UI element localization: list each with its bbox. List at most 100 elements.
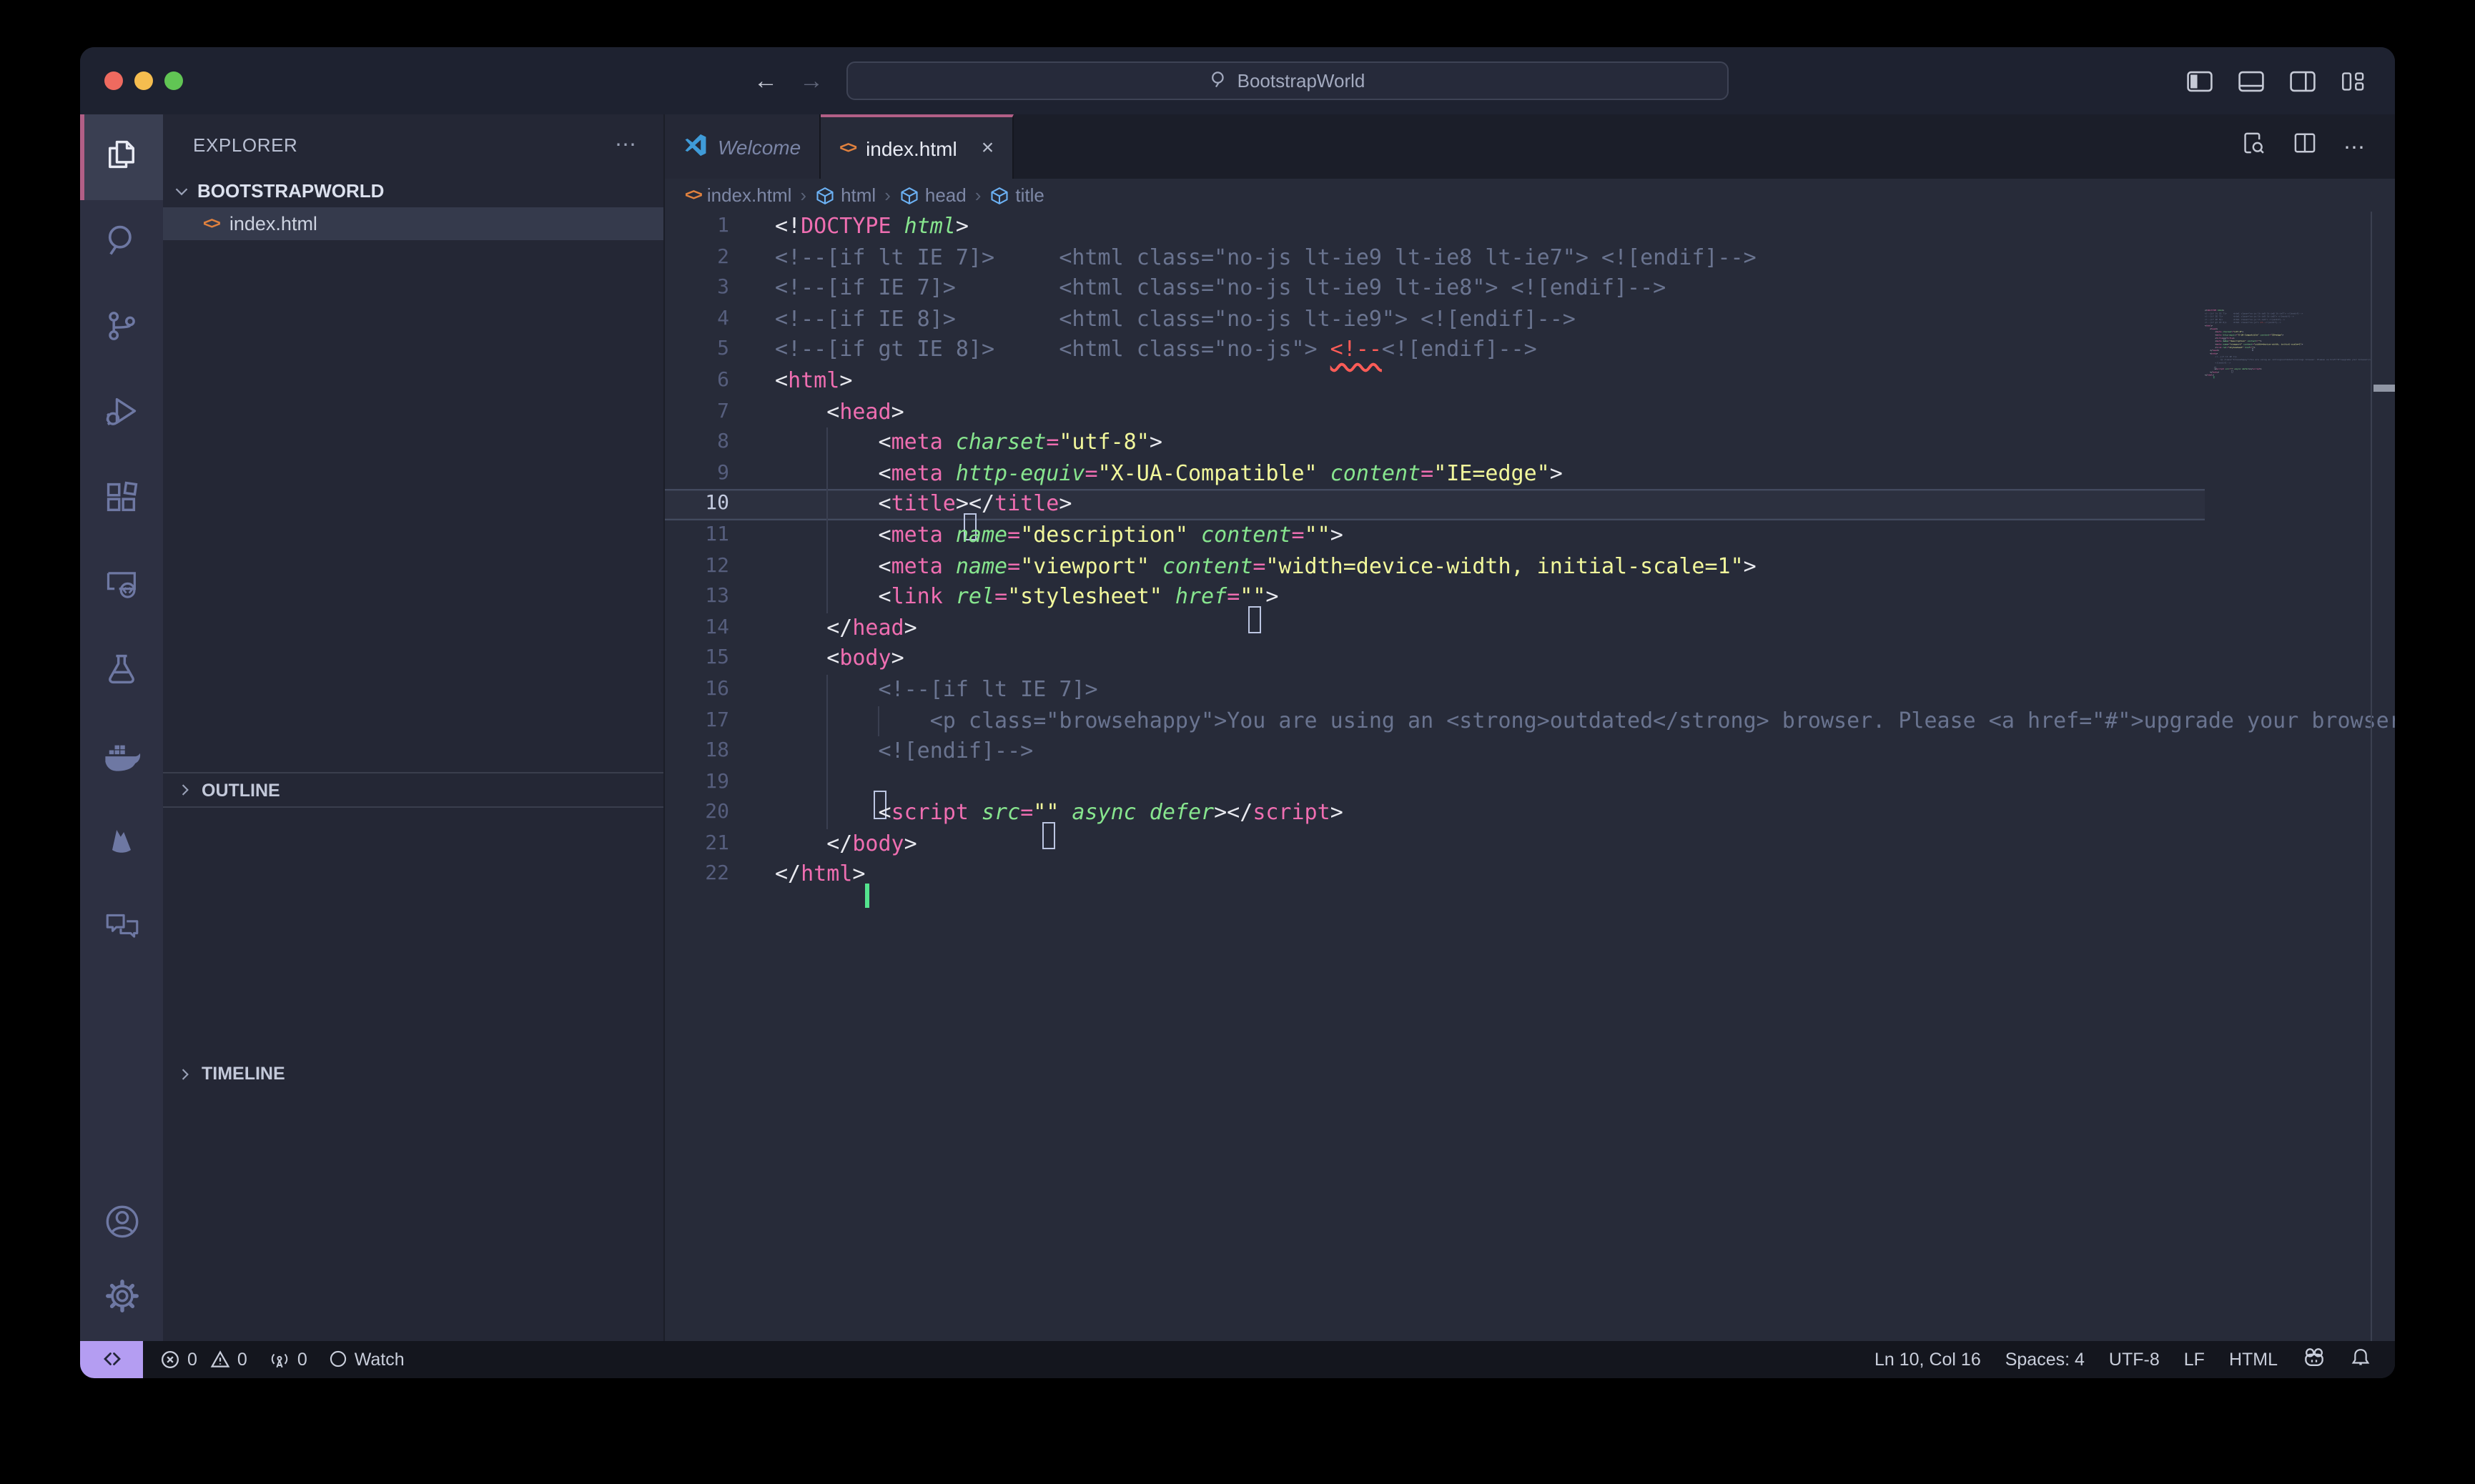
- code-line-1[interactable]: 1<!DOCTYPE html>: [665, 212, 2205, 242]
- split-editor-icon[interactable]: [2292, 130, 2318, 163]
- outline-section[interactable]: OUTLINE: [163, 773, 663, 807]
- activity-item-explorer[interactable]: [80, 114, 163, 200]
- code-line-4[interactable]: 4<!--[if IE 8]> <html class="no-js lt-ie…: [665, 305, 2205, 335]
- tab-bar: Welcome <>index.html×: [665, 114, 2395, 179]
- notifications-bell-icon[interactable]: [2351, 1347, 2371, 1372]
- circle-icon: [329, 1350, 347, 1369]
- file-item-index-html[interactable]: <> index.html: [163, 207, 663, 240]
- breadcrumb-item-head[interactable]: head: [899, 184, 967, 206]
- minimize-window-button[interactable]: [134, 71, 153, 90]
- line-number: 14: [665, 613, 729, 643]
- code-line-21[interactable]: 21 </body>: [665, 829, 2205, 860]
- extensions-icon: [103, 478, 140, 523]
- explorer-more-actions-icon[interactable]: ⋯: [615, 132, 638, 157]
- indent-guide: [826, 459, 828, 490]
- watch-status[interactable]: Watch: [329, 1350, 405, 1370]
- activity-item-run-debug[interactable]: [80, 372, 163, 457]
- activity-item-comments[interactable]: [80, 886, 163, 972]
- code-line-12[interactable]: 12 <meta name="viewport" content="width=…: [665, 551, 2205, 582]
- language-mode-status[interactable]: HTML: [2229, 1350, 2278, 1370]
- code-line-3[interactable]: 3<!--[if IE 7]> <html class="no-js lt-ie…: [665, 273, 2205, 304]
- problems-status[interactable]: 0 0: [160, 1350, 247, 1370]
- account-icon[interactable]: [80, 1186, 163, 1257]
- activity-item-testing[interactable]: [80, 629, 163, 715]
- breadcrumb-item-index-html[interactable]: <>index.html: [685, 184, 791, 206]
- file-name: index.html: [229, 213, 317, 234]
- comments-icon: [102, 908, 141, 951]
- code-line-6[interactable]: 6<html>: [665, 366, 2205, 397]
- activity-item-docker[interactable]: [80, 715, 163, 801]
- code-line-2[interactable]: 2<!--[if lt IE 7]> <html class="no-js lt…: [665, 242, 2205, 273]
- activity-item-source-control[interactable]: [80, 286, 163, 372]
- code-line-5[interactable]: 5<!--[if gt IE 8]> <html class="no-js"> …: [665, 335, 2205, 366]
- code-line-10[interactable]: 10 <title></title>: [665, 490, 2205, 520]
- code-line-15[interactable]: 15 <body>: [665, 644, 2205, 675]
- open-preview-icon[interactable]: [2241, 130, 2266, 163]
- activity-item-remote-explorer[interactable]: [80, 543, 163, 629]
- title-bar: ← → BootstrapWorld: [80, 47, 2395, 114]
- cursor-position-status[interactable]: Ln 10, Col 16: [1874, 1350, 1981, 1370]
- line-number: 16: [665, 675, 729, 706]
- line-number: 21: [665, 829, 729, 860]
- code-editor[interactable]: 1<!DOCTYPE html>2<!--[if lt IE 7]> <html…: [665, 212, 2395, 1340]
- code-line-14[interactable]: 14 </head>: [665, 613, 2205, 643]
- tab-index-html[interactable]: <>index.html×: [821, 114, 1014, 179]
- code-line-9[interactable]: 9 <meta http-equiv="X-UA-Compatible" con…: [665, 459, 2205, 490]
- code-line-22[interactable]: 22</html>: [665, 860, 2205, 891]
- line-number: 6: [665, 366, 729, 397]
- symbol-cube-icon: [989, 185, 1009, 205]
- code-line-17[interactable]: 17 <p class="browsehappy">You are using …: [665, 706, 2205, 736]
- explorer-sidebar: EXPLORER ⋯ BOOTSTRAPWORLD <> index.html: [163, 114, 665, 1340]
- command-center-search[interactable]: BootstrapWorld: [846, 61, 1729, 100]
- code-line-8[interactable]: 8 <meta charset="utf-8">: [665, 427, 2205, 458]
- more-actions-icon[interactable]: ⋯: [2343, 134, 2366, 159]
- ports-status[interactable]: 0: [269, 1350, 307, 1370]
- customize-layout-icon[interactable]: [2341, 69, 2366, 92]
- maximize-window-button[interactable]: [164, 71, 183, 90]
- eol-status[interactable]: LF: [2184, 1350, 2205, 1370]
- tab-label: Welcome: [718, 135, 801, 158]
- go-forward-button[interactable]: →: [799, 66, 824, 95]
- line-number: 15: [665, 644, 729, 675]
- vscode-logo-icon: [683, 132, 708, 161]
- chevron-down-icon: [173, 182, 190, 199]
- encoding-status[interactable]: UTF-8: [2109, 1350, 2160, 1370]
- close-tab-icon[interactable]: ×: [982, 136, 994, 160]
- desktop: ← → BootstrapWorld: [0, 0, 2475, 1484]
- code-line-13[interactable]: 13 <link rel="stylesheet" href="">: [665, 582, 2205, 613]
- code-line-7[interactable]: 7 <head>: [665, 397, 2205, 427]
- scrollbar-thumb[interactable]: [2373, 385, 2394, 392]
- breadcrumb-item-html[interactable]: html: [815, 184, 876, 206]
- activity-item-search[interactable]: [80, 200, 163, 286]
- indentation-status[interactable]: Spaces: 4: [2005, 1350, 2085, 1370]
- line-number: 10: [665, 490, 729, 520]
- toggle-secondary-sidebar-icon[interactable]: [2289, 69, 2316, 92]
- folder-section-bootstrapworld[interactable]: BOOTSTRAPWORLD: [163, 174, 663, 207]
- remote-indicator[interactable]: [80, 1340, 143, 1378]
- toggle-panel-icon[interactable]: [2238, 69, 2265, 92]
- tab-welcome[interactable]: Welcome: [665, 114, 821, 179]
- indent-guide: [826, 675, 828, 706]
- settings-gear-icon[interactable]: [80, 1260, 163, 1332]
- go-back-button[interactable]: ←: [754, 66, 778, 95]
- indent-guide: [826, 520, 828, 551]
- code-line-19[interactable]: 19: [665, 767, 2205, 798]
- feedback-icon[interactable]: [2302, 1347, 2326, 1372]
- code-line-20[interactable]: 20 <script src="" async defer></script>: [665, 798, 2205, 829]
- activity-item-firebase[interactable]: [80, 801, 163, 886]
- breadcrumb-item-title[interactable]: title: [989, 184, 1044, 206]
- code-line-16[interactable]: 16 <!--[if lt IE 7]>: [665, 675, 2205, 706]
- timeline-section[interactable]: TIMELINE: [163, 807, 663, 1341]
- close-window-button[interactable]: [104, 71, 123, 90]
- editor-actions: ⋯: [2241, 114, 2395, 179]
- firebase-icon: [104, 821, 139, 866]
- toggle-sidebar-icon[interactable]: [2186, 69, 2213, 92]
- activity-item-extensions[interactable]: [80, 457, 163, 543]
- indent-guide: [826, 582, 828, 613]
- html-file-icon: <>: [839, 139, 856, 157]
- code-line-11[interactable]: 11 <meta name="description" content="">: [665, 520, 2205, 551]
- explorer-empty-area[interactable]: [163, 240, 663, 773]
- code-line-18[interactable]: 18 <![endif]-->: [665, 736, 2205, 767]
- minimap[interactable]: <!DOCTYPE html><!--[if lt IE 7]> <html c…: [2205, 309, 2371, 1340]
- symbol-cube-icon: [815, 185, 835, 205]
